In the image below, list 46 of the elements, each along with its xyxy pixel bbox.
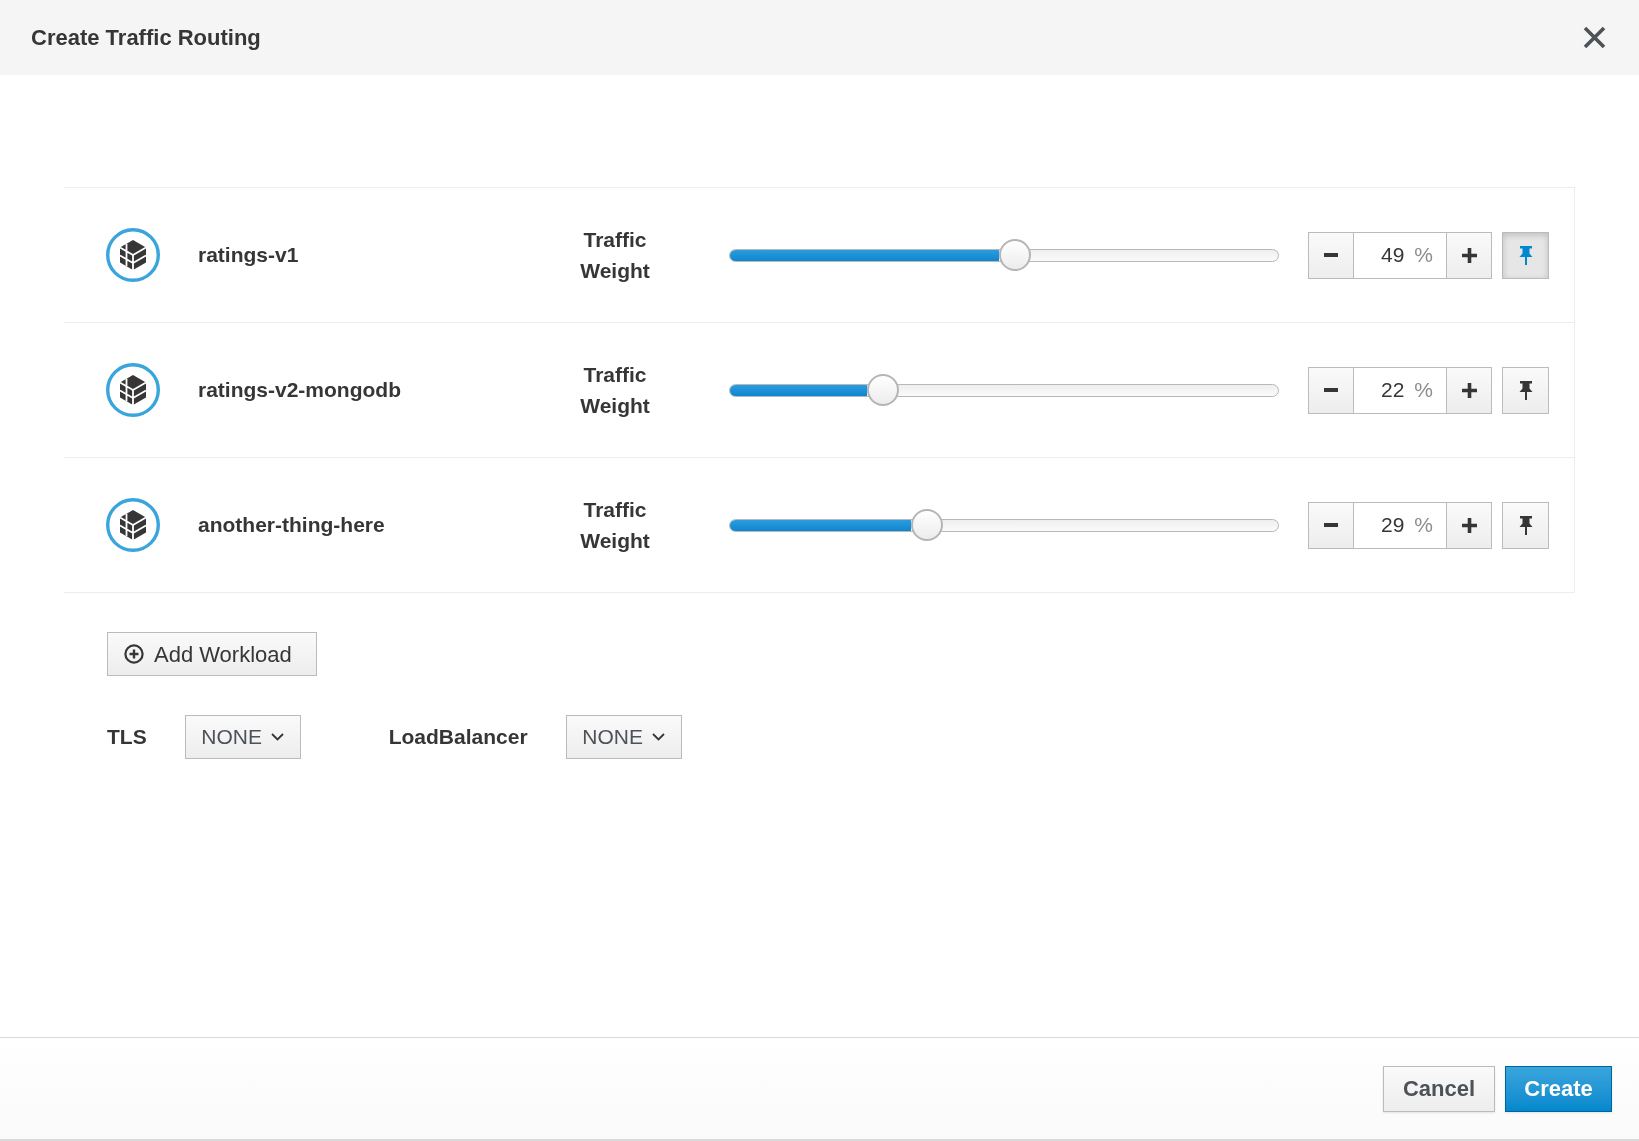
- percent-unit: %: [1414, 512, 1433, 539]
- chevron-down-icon: [651, 733, 665, 741]
- increment-button[interactable]: [1446, 501, 1492, 549]
- cube-icon: [106, 228, 160, 282]
- chevron-down-icon: [271, 733, 284, 741]
- minus-icon: [1324, 523, 1338, 527]
- add-circle-icon: [124, 644, 144, 664]
- slider-handle[interactable]: [911, 509, 944, 541]
- dialog-title: Create Traffic Routing: [31, 24, 261, 52]
- workload-name: another-thing-here: [198, 512, 386, 539]
- select-dropdown[interactable]: NONE: [184, 715, 301, 759]
- minus-icon: [1324, 388, 1338, 392]
- cancel-button[interactable]: Cancel: [1383, 1065, 1495, 1112]
- setting-label: LoadBalancer: [388, 724, 528, 751]
- decrement-button[interactable]: [1308, 231, 1354, 279]
- decrement-button[interactable]: [1308, 501, 1354, 549]
- weight-input[interactable]: 22: [1362, 374, 1405, 406]
- minus-icon: [1324, 253, 1338, 257]
- setting-label: TLS: [107, 724, 147, 751]
- plus-icon: [1461, 517, 1477, 533]
- select-dropdown[interactable]: NONE: [565, 715, 682, 759]
- plus-icon: [1461, 382, 1477, 398]
- cube-icon: [106, 498, 160, 552]
- traffic-weight-label: Traffic Weight: [579, 227, 651, 284]
- plus-icon: [1461, 247, 1477, 263]
- increment-button[interactable]: [1446, 231, 1492, 279]
- weight-input[interactable]: 49: [1362, 239, 1405, 271]
- cube-icon: [106, 363, 160, 417]
- percent-unit: %: [1414, 242, 1433, 269]
- pin-button[interactable]: [1502, 501, 1549, 549]
- pushpin-icon: [1518, 515, 1533, 535]
- slider-handle[interactable]: [867, 374, 900, 406]
- add-workload-button[interactable]: Add Workload: [107, 632, 317, 676]
- percent-unit: %: [1414, 377, 1433, 404]
- workload-name: ratings-v1: [198, 242, 300, 269]
- decrement-button[interactable]: [1308, 366, 1354, 414]
- traffic-weight-label: Traffic Weight: [579, 362, 651, 419]
- increment-button[interactable]: [1446, 366, 1492, 414]
- pushpin-icon: [1518, 245, 1533, 265]
- pin-button[interactable]: [1502, 366, 1549, 414]
- workload-name: ratings-v2-mongodb: [198, 377, 402, 404]
- traffic-weight-label: Traffic Weight: [579, 497, 651, 554]
- close-icon[interactable]: [1583, 26, 1606, 49]
- pushpin-icon: [1518, 380, 1533, 400]
- slider-handle[interactable]: [998, 239, 1031, 271]
- weight-input[interactable]: 29: [1362, 509, 1405, 541]
